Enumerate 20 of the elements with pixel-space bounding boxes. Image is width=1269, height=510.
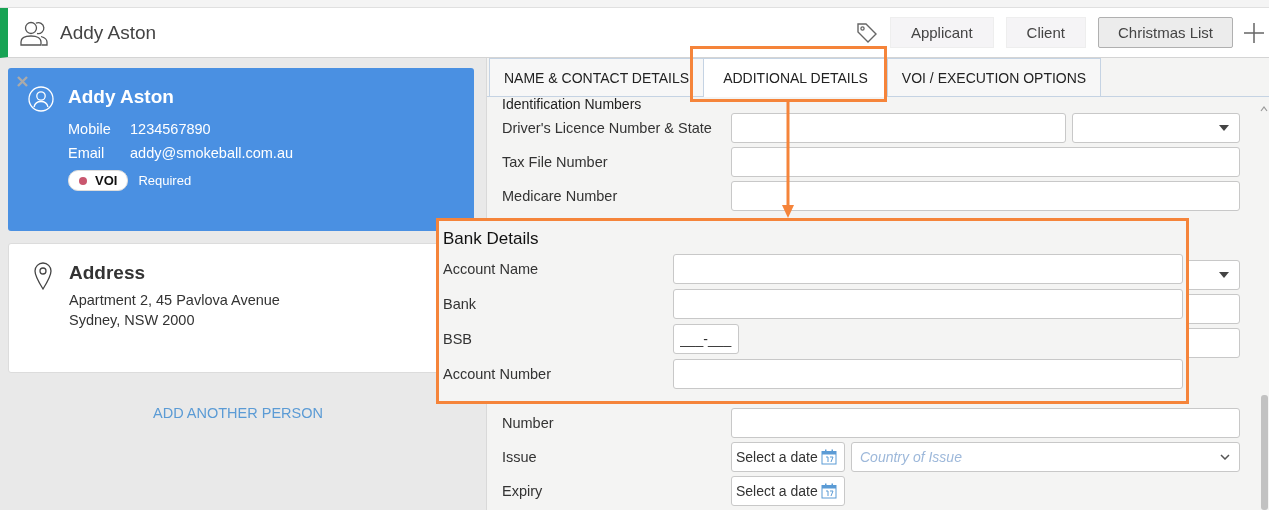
- field-label: Account Number: [443, 365, 551, 382]
- field-label: Tax File Number: [502, 154, 608, 170]
- field-label: Mobile: [68, 121, 112, 137]
- status-text: Required: [138, 173, 192, 188]
- contact-name: Addy Aston: [60, 21, 157, 44]
- dialog-title: Bank Details: [443, 229, 540, 250]
- field-label: Number: [502, 415, 554, 431]
- field-label: BSB: [443, 330, 472, 347]
- field-label: Bank: [443, 295, 477, 312]
- address-line: Sydney, NSW 2000: [69, 311, 196, 330]
- field-label: Issue: [502, 449, 537, 465]
- field-label: Email: [68, 145, 106, 161]
- person-name: Addy Aston: [68, 86, 175, 108]
- field-value: 1234567890: [130, 121, 211, 137]
- field-label: Expiry: [502, 483, 543, 499]
- field-label: Account Name: [443, 260, 539, 277]
- badge-label: VOI: [95, 173, 118, 188]
- field-label: Driver's Licence Number & State: [502, 120, 712, 136]
- section-title: Identification Numbers: [502, 97, 642, 112]
- field-label: Medicare Number: [502, 188, 618, 204]
